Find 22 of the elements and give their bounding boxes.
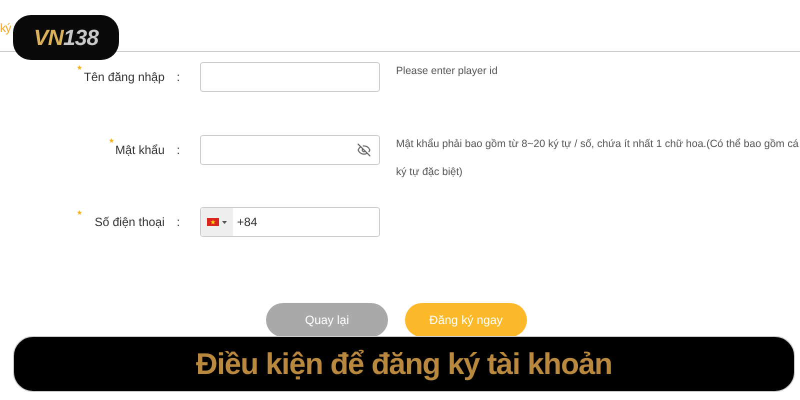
back-button[interactable]: Quay lại — [266, 303, 388, 337]
logo-text: VN138 — [34, 24, 98, 52]
field-hint: Mật khẩu phải bao gồm từ 8~20 ký tự / số, chứa ít nhất 1 chữ hoa.(Có thể bao gồm cá — [396, 137, 799, 152]
phone-field[interactable]: +84 — [200, 207, 380, 237]
hide-password-icon[interactable] — [357, 143, 371, 157]
label-colon: : — [176, 69, 180, 86]
field-hint: ký tự đặc biệt) — [396, 165, 464, 180]
input-field[interactable] — [200, 62, 380, 92]
password-field[interactable] — [200, 135, 380, 165]
field-hint: Please enter player id — [396, 64, 498, 79]
label-colon: : — [176, 142, 180, 159]
label-colon: : — [176, 214, 180, 231]
phone-value: +84 — [237, 214, 258, 231]
field-label: Số điện thoại — [94, 214, 165, 231]
banner-title: Điều kiện để đăng ký tài khoản — [196, 346, 612, 382]
register-button[interactable]: Đăng ký ngay — [405, 303, 527, 337]
caret-icon — [222, 220, 227, 224]
field-label: Mật khẩu — [115, 142, 165, 159]
field-label: Tên đăng nhập — [84, 69, 165, 86]
country-selector[interactable] — [201, 208, 233, 236]
flag-icon — [207, 218, 219, 226]
page-title: ký — [0, 21, 11, 35]
